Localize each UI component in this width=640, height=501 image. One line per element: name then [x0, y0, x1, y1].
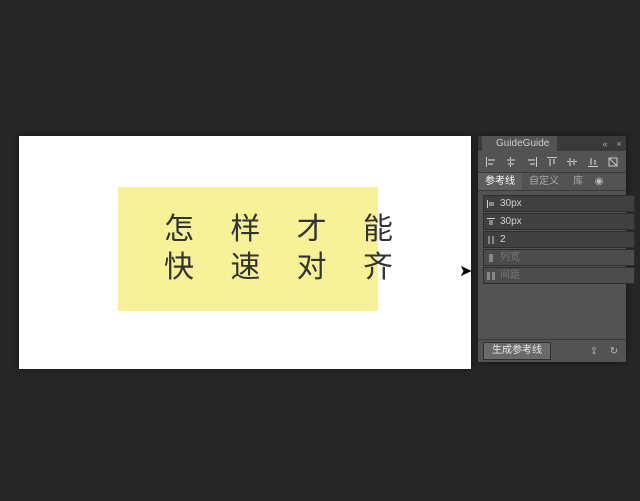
margin-left-field[interactable]	[483, 195, 635, 212]
tab-guides[interactable]: 参考线	[478, 173, 522, 190]
margin-top-input[interactable]	[498, 215, 634, 228]
document-canvas[interactable]: 怎 样 才 能 快 速 对 齐	[19, 136, 471, 369]
align-toolbar	[478, 151, 626, 173]
tab-custom[interactable]: 自定义	[522, 173, 566, 190]
columns-input[interactable]	[498, 233, 634, 246]
align-top-button[interactable]	[543, 154, 561, 170]
align-bottom-button[interactable]	[583, 154, 601, 170]
column-width-icon	[484, 253, 498, 263]
column-width-field[interactable]	[483, 249, 635, 266]
column-width-input[interactable]	[498, 251, 634, 264]
grid-fields	[478, 191, 626, 287]
clear-guides-button[interactable]	[604, 154, 622, 170]
gutter-h-icon	[484, 271, 498, 281]
align-left-button[interactable]	[482, 154, 500, 170]
align-vcenter-button[interactable]	[563, 154, 581, 170]
export-icon[interactable]: ⇪	[587, 344, 601, 358]
align-hcenter-button[interactable]	[502, 154, 520, 170]
panel-title: GuideGuide	[482, 136, 557, 151]
refresh-icon[interactable]: ↻	[607, 344, 621, 358]
panel-collapse-icon[interactable]: «	[598, 139, 612, 149]
guideguide-panel: GuideGuide « × 参考线 自定义 库 ◉	[478, 136, 626, 362]
gutter-h-input[interactable]	[498, 269, 634, 282]
panel-tabs: 参考线 自定义 库 ◉	[478, 173, 626, 191]
margin-top-icon	[484, 217, 498, 227]
visibility-toggle-icon[interactable]: ◉	[590, 176, 608, 187]
margin-top-field[interactable]	[483, 213, 635, 230]
headline-text[interactable]: 怎 样 才 能 快 速 对 齐	[164, 211, 407, 287]
margin-left-icon	[484, 199, 498, 209]
panel-footer: 生成参考线 ⇪ ↻	[478, 339, 626, 362]
columns-icon	[484, 235, 498, 245]
margin-left-input[interactable]	[498, 197, 634, 210]
gutter-h-field[interactable]	[483, 267, 635, 284]
align-right-button[interactable]	[523, 154, 541, 170]
generate-guides-button[interactable]: 生成参考线	[483, 342, 551, 360]
tab-library[interactable]: 库	[566, 173, 590, 190]
panel-close-icon[interactable]: ×	[612, 139, 626, 149]
columns-field[interactable]	[483, 231, 635, 248]
panel-titlebar: GuideGuide « ×	[478, 136, 626, 151]
